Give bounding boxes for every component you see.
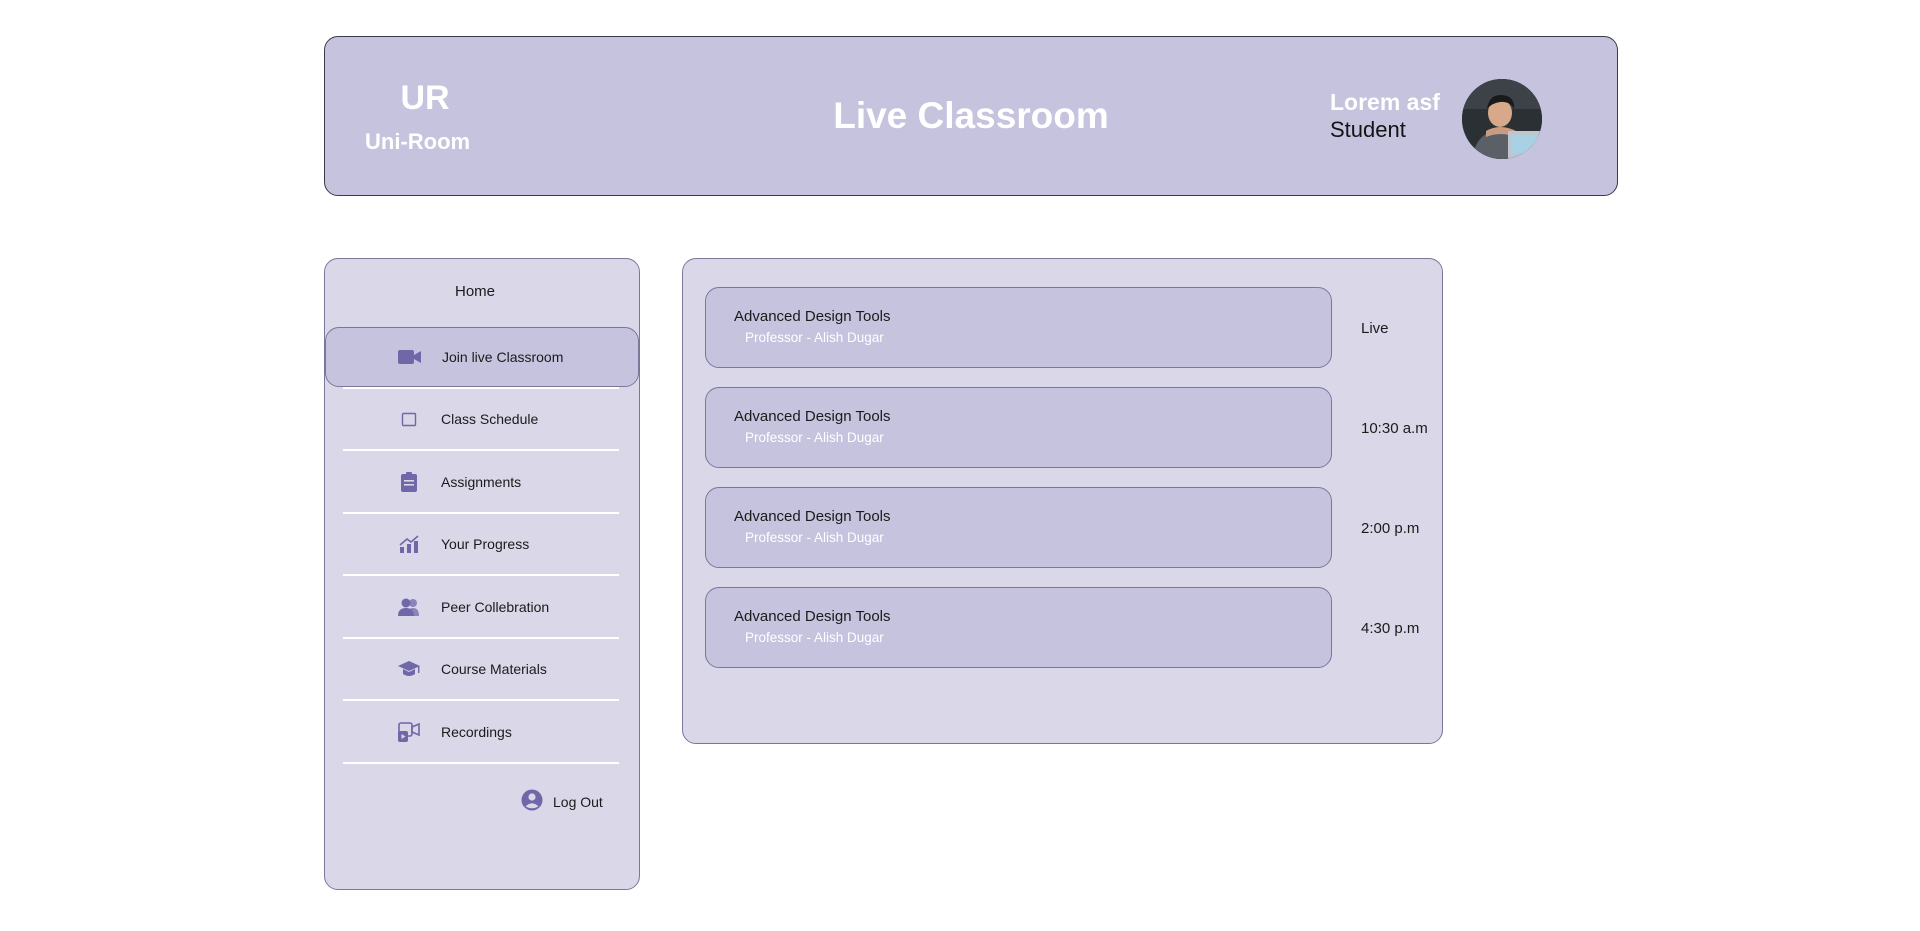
sidebar-item-label: Course Materials — [441, 661, 547, 677]
class-professor: Professor - Alish Dugar — [745, 530, 884, 545]
calendar-icon — [397, 407, 421, 431]
sidebar: Home Join live Classroom Class Schedule — [324, 258, 640, 890]
class-professor: Professor - Alish Dugar — [745, 330, 884, 345]
class-card[interactable]: Advanced Design Tools Professor - Alish … — [705, 487, 1332, 568]
sidebar-item-label: Your Progress — [441, 536, 530, 552]
class-list-panel: Advanced Design Tools Professor - Alish … — [682, 258, 1443, 744]
sidebar-item-label: Peer Collebration — [441, 599, 550, 615]
class-professor: Professor - Alish Dugar — [745, 430, 884, 445]
class-name: Advanced Design Tools — [734, 508, 891, 525]
sidebar-item-course-materials[interactable]: Course Materials — [325, 639, 639, 699]
class-card[interactable]: Advanced Design Tools Professor - Alish … — [705, 587, 1332, 668]
divider — [343, 574, 619, 576]
logout-button[interactable]: Log Out — [521, 789, 603, 815]
user-circle-icon — [521, 789, 543, 816]
sidebar-item-label: Recordings — [441, 724, 512, 740]
avatar-photo-icon — [1462, 79, 1542, 159]
people-icon — [397, 595, 421, 619]
class-professor: Professor - Alish Dugar — [745, 630, 884, 645]
class-name: Advanced Design Tools — [734, 308, 891, 325]
video-camera-icon — [398, 345, 422, 369]
chart-icon — [397, 532, 421, 556]
recording-icon — [397, 720, 421, 744]
user-name: Lorem asf — [1330, 89, 1440, 115]
sidebar-item-assignments[interactable]: Assignments — [325, 452, 639, 512]
clipboard-icon — [397, 470, 421, 494]
header-bar: UR Uni-Room Live Classroom Lorem asf Stu… — [324, 36, 1618, 196]
class-card[interactable]: Advanced Design Tools Professor - Alish … — [705, 287, 1332, 368]
sidebar-item-home[interactable]: Home — [325, 283, 625, 300]
divider — [343, 762, 619, 764]
sidebar-item-label: Join live Classroom — [442, 349, 564, 365]
sidebar-item-label: Class Schedule — [441, 411, 539, 427]
class-time: 2:00 p.m — [1361, 520, 1420, 537]
sidebar-item-recordings[interactable]: Recordings — [325, 702, 639, 762]
graduation-cap-icon — [397, 657, 421, 681]
sidebar-item-class-schedule[interactable]: Class Schedule — [325, 389, 639, 449]
user-role: Student — [1330, 117, 1406, 142]
class-name: Advanced Design Tools — [734, 608, 891, 625]
class-time: 10:30 a.m — [1361, 420, 1428, 437]
divider — [343, 449, 619, 451]
class-time: 4:30 p.m — [1361, 620, 1420, 637]
class-time: Live — [1361, 320, 1389, 337]
divider — [343, 699, 619, 701]
sidebar-item-label: Assignments — [441, 474, 522, 490]
sidebar-item-join-live-classroom[interactable]: Join live Classroom — [325, 327, 639, 387]
class-card[interactable]: Advanced Design Tools Professor - Alish … — [705, 387, 1332, 468]
logout-label: Log Out — [553, 794, 603, 810]
class-name: Advanced Design Tools — [734, 408, 891, 425]
sidebar-item-peer-collebration[interactable]: Peer Collebration — [325, 577, 639, 637]
avatar[interactable] — [1462, 79, 1542, 159]
sidebar-item-your-progress[interactable]: Your Progress — [325, 514, 639, 574]
